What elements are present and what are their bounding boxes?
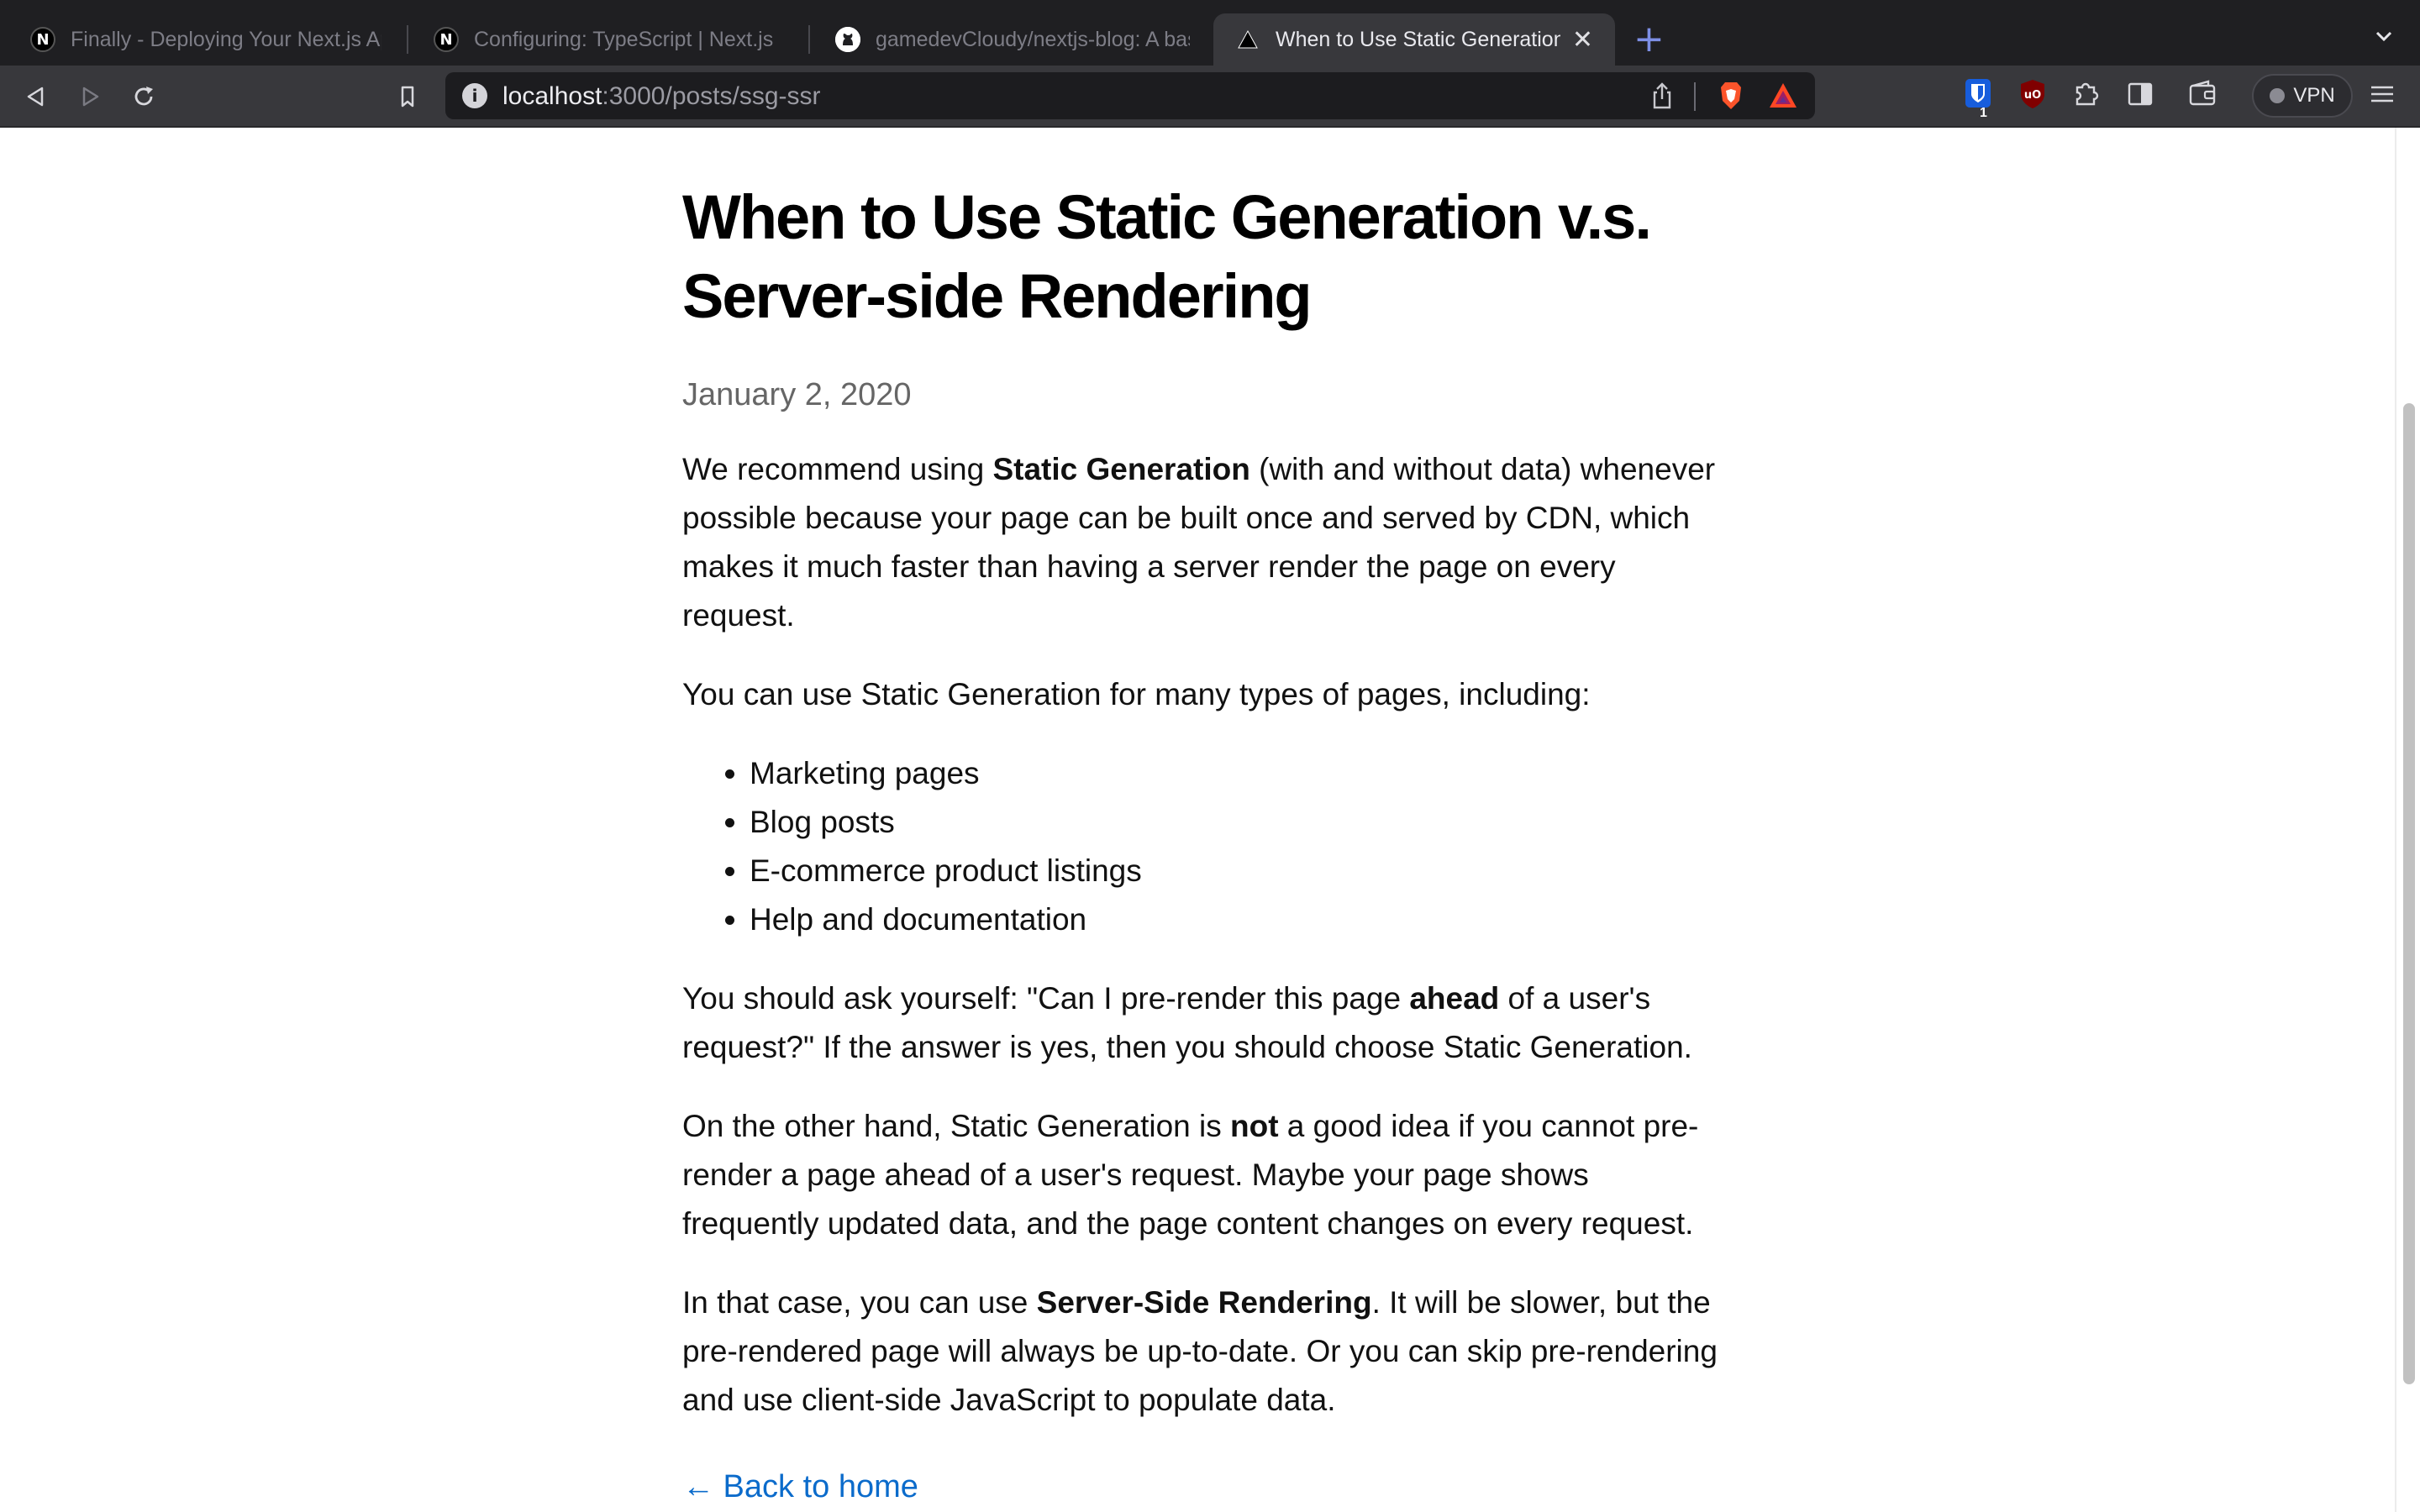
paragraph-1: We recommend using Static Generation (wi… (682, 445, 1724, 640)
tab-title: Configuring: TypeScript | Next.js (474, 27, 774, 51)
text: In that case, you can use (682, 1285, 1037, 1320)
tab-title: gamedevCloudy/nextjs-blog: A basic (876, 27, 1190, 51)
tab-list-chevron-icon[interactable] (2371, 24, 2396, 49)
emphasis: ahead (1409, 981, 1500, 1016)
article-date: January 2, 2020 (682, 377, 912, 412)
forward-arrow-icon[interactable] (71, 77, 109, 116)
next-icon: N (434, 27, 459, 52)
article: When to Use Static Generation v.s. Serve… (682, 178, 1724, 1425)
brave-shields-icon[interactable] (1714, 79, 1748, 117)
url-path: :3000/posts/ssg-ssr (602, 82, 821, 110)
tab-github-repo[interactable]: gamedevCloudy/nextjs-blog: A basic (813, 13, 1212, 66)
navigation-toolbar: i localhost:3000/posts/ssg-ssr 1 uO VPN (0, 66, 2420, 128)
tab-active-ssg-ssr[interactable]: When to Use Static Generation v.s. ✕ (1213, 13, 1615, 66)
tab-title: When to Use Static Generation v.s. (1276, 27, 1560, 51)
browser-window: N Finally - Deploying Your Next.js App N… (0, 0, 2420, 1512)
url-host: localhost (502, 82, 602, 110)
menu-hamburger-icon[interactable] (2366, 77, 2398, 115)
new-tab-icon[interactable]: + (1634, 18, 1665, 60)
url-divider (1694, 82, 1696, 111)
back-to-home-link[interactable]: ← Back to home (682, 1463, 918, 1510)
article-title: When to Use Static Generation v.s. Serve… (682, 182, 1652, 331)
sidebar-toggle-icon[interactable] (2124, 77, 2156, 115)
tab-deploying-nextjs[interactable]: N Finally - Deploying Your Next.js App (8, 13, 403, 66)
vpn-label: VPN (2293, 84, 2335, 107)
next-icon: N (30, 27, 55, 52)
tab-title: Finally - Deploying Your Next.js App (71, 27, 381, 51)
reload-icon[interactable] (124, 77, 163, 116)
paragraph-5: In that case, you can use Server-Side Re… (682, 1278, 1724, 1425)
url-text[interactable]: localhost:3000/posts/ssg-ssr (502, 82, 821, 111)
tab-separator (808, 25, 810, 54)
tab-separator (407, 25, 408, 54)
tab-typescript-nextjs[interactable]: N Configuring: TypeScript | Next.js (412, 13, 807, 66)
emphasis: not (1230, 1109, 1279, 1143)
page-content: When to Use Static Generation v.s. Serve… (0, 128, 2395, 1512)
ublock-origin-icon[interactable]: uO (2017, 77, 2049, 115)
text: We recommend using (682, 452, 993, 486)
back-arrow-icon[interactable] (17, 77, 55, 116)
vpn-status-icon (2270, 88, 2286, 103)
emphasis: Static Generation (992, 452, 1250, 486)
bookmark-icon[interactable] (388, 77, 427, 116)
address-bar[interactable]: i localhost:3000/posts/ssg-ssr (445, 72, 1815, 119)
site-info-icon[interactable]: i (462, 83, 487, 108)
tab-strip: N Finally - Deploying Your Next.js App N… (0, 0, 2420, 66)
page-types-list: Marketing pages Blog posts E-commerce pr… (682, 749, 1724, 944)
list-item: Marketing pages (750, 749, 1724, 798)
vercel-triangle-icon (1235, 27, 1260, 52)
extensions-puzzle-icon[interactable] (2070, 77, 2102, 115)
extension-badge: 1 (1980, 106, 1987, 120)
paragraph-2: You can use Static Generation for many t… (682, 677, 1591, 711)
scrollbar-thumb[interactable] (2403, 403, 2415, 1384)
wallet-icon[interactable] (2186, 77, 2218, 115)
list-item: Blog posts (750, 798, 1724, 847)
github-icon (835, 27, 860, 52)
scrollbar[interactable] (2395, 128, 2420, 1512)
share-icon[interactable] (1649, 81, 1676, 115)
bitwarden-extension-icon[interactable] (1963, 77, 1995, 115)
list-item: E-commerce product listings (750, 847, 1724, 895)
paragraph-3: You should ask yourself: "Can I pre-rend… (682, 974, 1724, 1072)
text: On the other hand, Static Generation is (682, 1109, 1230, 1143)
paragraph-4: On the other hand, Static Generation is … (682, 1102, 1724, 1248)
text: You should ask yourself: "Can I pre-rend… (682, 981, 1410, 1016)
svg-text:uO: uO (2024, 89, 2041, 102)
vpn-button[interactable]: VPN (2252, 74, 2353, 118)
brave-rewards-icon[interactable] (1766, 79, 1800, 117)
close-tab-icon[interactable]: ✕ (1572, 25, 1593, 55)
list-item: Help and documentation (750, 895, 1724, 944)
emphasis: Server-Side Rendering (1036, 1285, 1372, 1320)
